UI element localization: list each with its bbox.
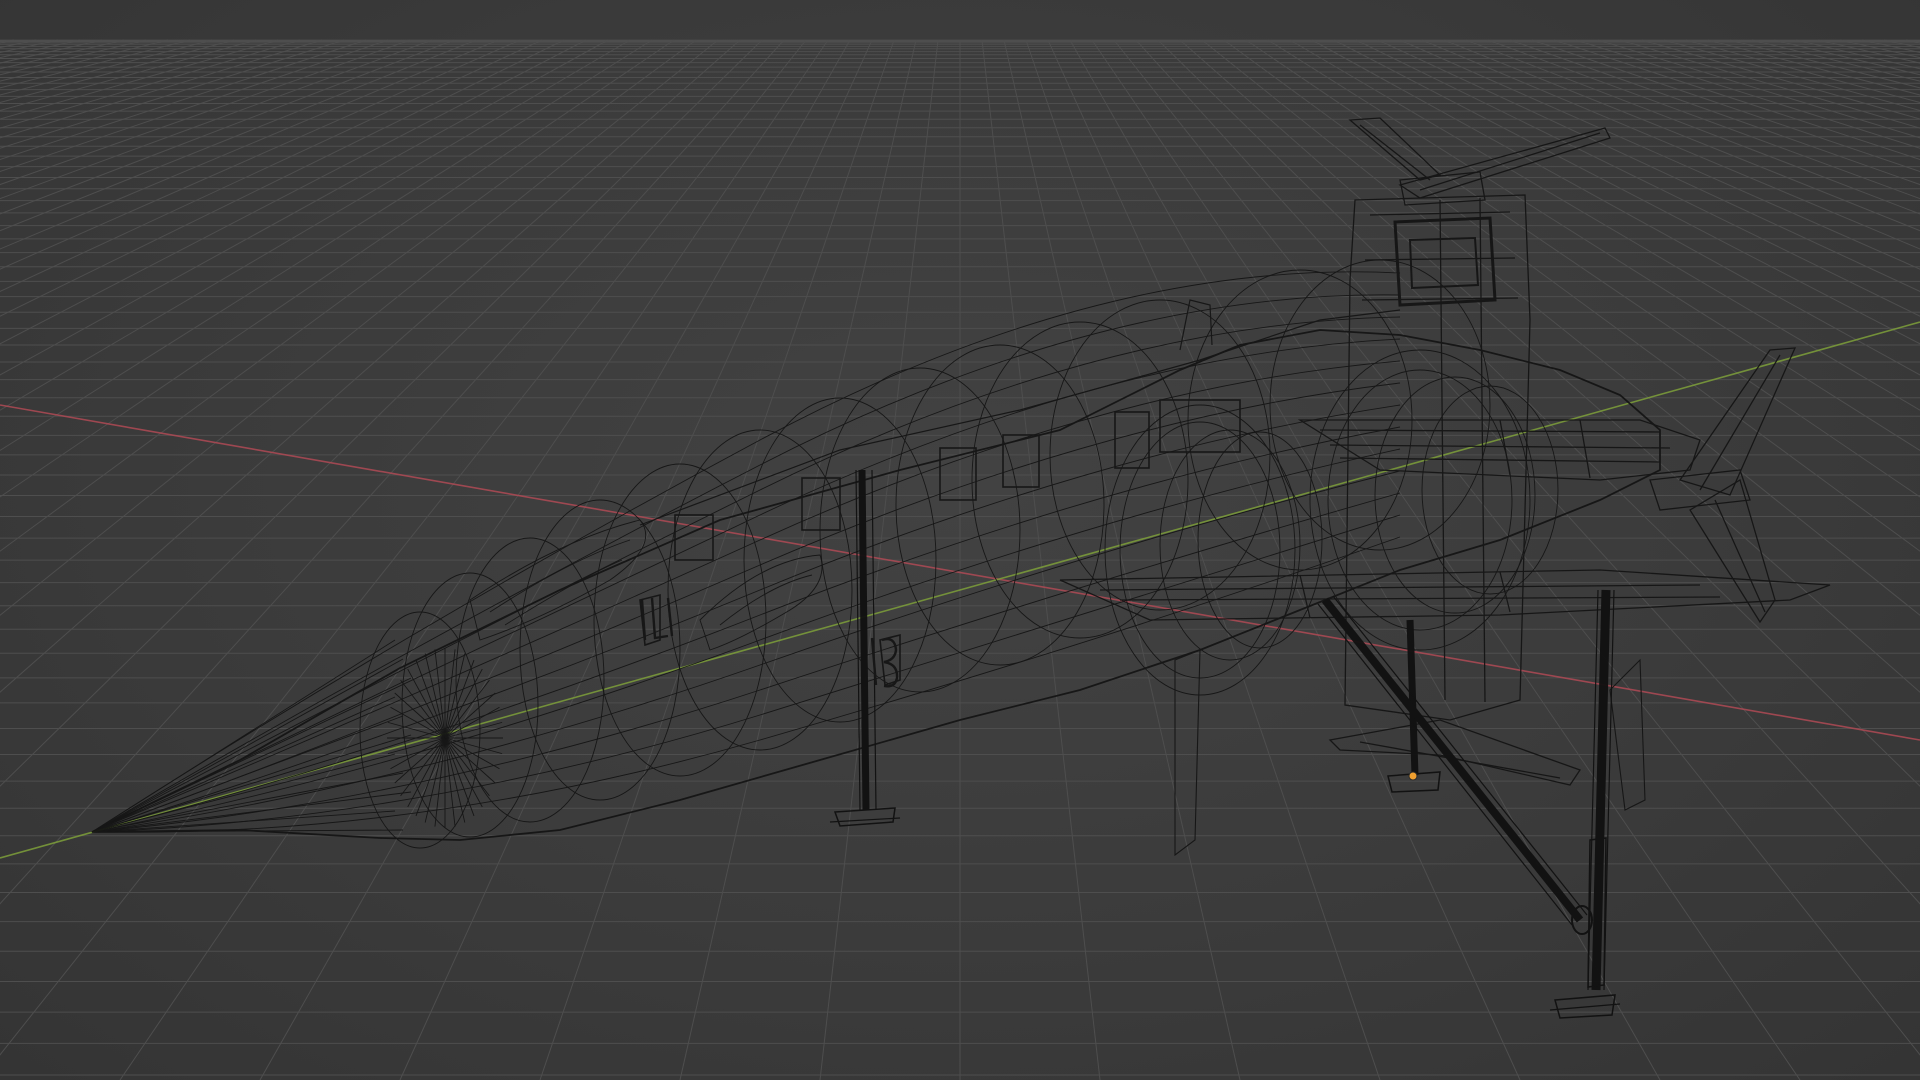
viewport-canvas[interactable] xyxy=(0,0,1920,1080)
fuselage-ring xyxy=(971,321,1189,639)
ventral-fin xyxy=(1328,719,1582,786)
nose-cone-line xyxy=(91,753,396,833)
fuselage-stringer xyxy=(91,382,1401,833)
nose-cone-line xyxy=(91,696,396,833)
fuselage-stringer xyxy=(91,448,1401,833)
origin-marker[interactable] xyxy=(1408,771,1418,781)
3d-viewport[interactable] xyxy=(0,0,1920,1080)
landing-gear-center xyxy=(1317,595,1593,935)
fuselage-stringer xyxy=(91,404,1401,833)
landing-gear-rear xyxy=(1549,589,1621,1019)
wing-right xyxy=(1297,419,1701,481)
nose-cone-line xyxy=(91,658,404,833)
floor-grid xyxy=(0,39,1920,1080)
